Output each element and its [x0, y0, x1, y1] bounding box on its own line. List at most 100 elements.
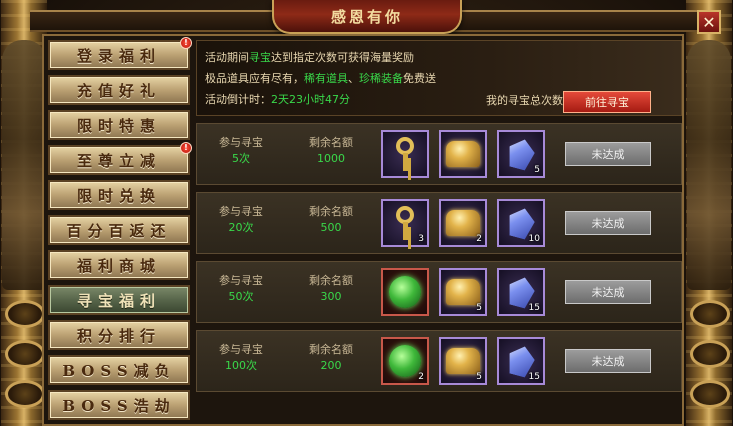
reward-item-slot[interactable]: 2: [381, 337, 429, 385]
sidebar-item-label: 至尊立减: [76, 151, 161, 170]
main-panel: 登录福利! 充值好礼 限时特惠 至尊立减! 限时兑换 百分百返还 福利商城 寻宝福利 积分排行 B…: [42, 34, 684, 426]
item-quantity: 2: [476, 234, 482, 244]
info-text: 活动期间: [205, 51, 249, 64]
sidebar-item-label: 福利商城: [76, 256, 161, 275]
reward-item-slot[interactable]: 15: [497, 337, 545, 385]
reward-row: 参与寻宝 100次 剩余名额 200 2 5 15 未达成: [196, 330, 682, 392]
close-button[interactable]: ✕: [697, 10, 721, 34]
participate-column: 参与寻宝 50次: [211, 272, 271, 306]
claim-status-button[interactable]: 未达成: [565, 280, 651, 304]
participate-label: 参与寻宝: [219, 343, 263, 356]
total-count-label: 我的寻宝总次数：: [486, 94, 574, 107]
reward-row: 参与寻宝 50次 剩余名额 300 5 15 未达成: [196, 261, 682, 323]
participate-label: 参与寻宝: [219, 274, 263, 287]
remaining-column: 剩余名额 300: [301, 272, 361, 306]
info-text: 、: [348, 72, 359, 85]
participate-label: 参与寻宝: [219, 136, 263, 149]
info-highlight: 稀有道具: [304, 72, 348, 85]
remaining-column: 剩余名额 1000: [301, 134, 361, 168]
item-quantity: 5: [476, 303, 482, 313]
item-quantity: 15: [528, 303, 540, 313]
claim-status-button[interactable]: 未达成: [565, 211, 651, 235]
reward-row: 参与寻宝 20次 剩余名额 500 3 2 10 未达成: [196, 192, 682, 254]
notification-badge-icon: !: [180, 142, 192, 154]
participate-times: 50次: [228, 290, 254, 303]
sidebar-item[interactable]: BOSS浩劫: [48, 390, 190, 420]
participate-column: 参与寻宝 20次: [211, 203, 271, 237]
item-quantity: 2: [418, 372, 424, 382]
sidebar-item[interactable]: 至尊立减!: [48, 142, 192, 175]
sidebar-item-label: 百分百返还: [66, 221, 172, 240]
sidebar-item[interactable]: 福利商城: [48, 250, 190, 280]
gold-key-icon: [390, 206, 420, 240]
reward-item-slot[interactable]: 5: [439, 337, 487, 385]
info-line-1: 活动期间寻宝达到指定次数可获得海量奖励: [205, 47, 673, 68]
content-area: 活动期间寻宝达到指定次数可获得海量奖励 极品道具应有尽有，稀有道具、珍稀装备免费…: [196, 40, 682, 426]
reward-item-slot[interactable]: 3: [381, 199, 429, 247]
reward-list: 参与寻宝 5次 剩余名额 1000 5 未达成 参与寻宝 20次 剩余名额 500 3 2 10 未达成参…: [196, 123, 682, 392]
sidebar-item[interactable]: 限时兑换: [48, 180, 190, 210]
close-icon: ✕: [702, 12, 716, 32]
game-window-frame: 感恩有你 ✕ 登录福利! 充值好礼 限时特惠 至尊立减! 限时兑换 百分百返还 福利商城 寻宝…: [0, 0, 733, 426]
gold-treasure-icon: [446, 210, 480, 236]
item-quantity: 3: [418, 234, 424, 244]
gold-treasure-icon: [446, 141, 480, 167]
remaining-column: 剩余名额 200: [301, 341, 361, 375]
remaining-label: 剩余名额: [309, 343, 353, 356]
info-line-2: 极品道具应有尽有，稀有道具、珍稀装备免费送: [205, 68, 673, 89]
sidebar-item[interactable]: 百分百返还: [48, 215, 190, 245]
sidebar-item-label: 登录福利: [76, 46, 161, 65]
pillar-coil-decoration: [5, 380, 45, 408]
reward-item-slot[interactable]: 2: [439, 199, 487, 247]
sidebar-item[interactable]: 登录福利!: [48, 37, 192, 70]
countdown-label: 活动倒计时：: [205, 93, 271, 106]
remaining-value: 500: [320, 221, 342, 234]
reward-item-slot[interactable]: 10: [497, 199, 545, 247]
sidebar-item-label: 积分排行: [76, 326, 161, 345]
item-quantity: 10: [528, 234, 540, 244]
claim-status-button[interactable]: 未达成: [565, 142, 651, 166]
reward-row: 参与寻宝 5次 剩余名额 1000 5 未达成: [196, 123, 682, 185]
reward-item-slot[interactable]: [381, 130, 429, 178]
right-guardian-statue: [687, 40, 731, 290]
reward-item-slot[interactable]: 5: [439, 268, 487, 316]
info-text: 极品道具应有尽有，: [205, 72, 304, 85]
participate-column: 参与寻宝 100次: [211, 341, 271, 375]
sidebar-item[interactable]: 限时特惠: [48, 110, 190, 140]
sidebar-item[interactable]: 充值好礼: [48, 75, 190, 105]
remaining-column: 剩余名额 500: [301, 203, 361, 237]
participate-times: 5次: [232, 152, 250, 165]
pillar-coil-decoration: [690, 300, 730, 328]
item-quantity: 5: [534, 165, 540, 175]
sidebar-item-label: BOSS浩劫: [62, 396, 176, 415]
sidebar-item-label: 限时兑换: [76, 186, 161, 205]
participate-column: 参与寻宝 5次: [211, 134, 271, 168]
pillar-coil-decoration: [5, 300, 45, 328]
remaining-label: 剩余名额: [309, 274, 353, 287]
pillar-coil-decoration: [690, 340, 730, 368]
event-info-box: 活动期间寻宝达到指定次数可获得海量奖励 极品道具应有尽有，稀有道具、珍稀装备免费…: [196, 40, 682, 116]
reward-item-slot[interactable]: [381, 268, 429, 316]
info-highlight: 珍稀装备: [359, 72, 403, 85]
claim-status-button[interactable]: 未达成: [565, 349, 651, 373]
sidebar-item-label: BOSS减负: [62, 361, 176, 380]
remaining-value: 1000: [317, 152, 345, 165]
participate-times: 20次: [228, 221, 254, 234]
participate-label: 参与寻宝: [219, 205, 263, 218]
go-treasure-button[interactable]: 前往寻宝: [563, 91, 651, 113]
reward-item-slot[interactable]: [439, 130, 487, 178]
remaining-value: 200: [320, 359, 342, 372]
title-plate: 感恩有你: [272, 0, 462, 34]
sidebar-item[interactable]: 寻宝福利: [48, 285, 190, 315]
green-orb-icon: [389, 276, 421, 308]
notification-badge-icon: !: [180, 37, 192, 49]
info-text: 免费送: [403, 72, 436, 85]
info-text: 达到指定次数可获得海量奖励: [271, 51, 414, 64]
window-title: 感恩有你: [330, 7, 403, 26]
reward-item-slot[interactable]: 15: [497, 268, 545, 316]
gold-treasure-icon: [446, 348, 480, 374]
reward-item-slot[interactable]: 5: [497, 130, 545, 178]
sidebar-item[interactable]: BOSS减负: [48, 355, 190, 385]
sidebar-item[interactable]: 积分排行: [48, 320, 190, 350]
pillar-coil-decoration: [5, 340, 45, 368]
